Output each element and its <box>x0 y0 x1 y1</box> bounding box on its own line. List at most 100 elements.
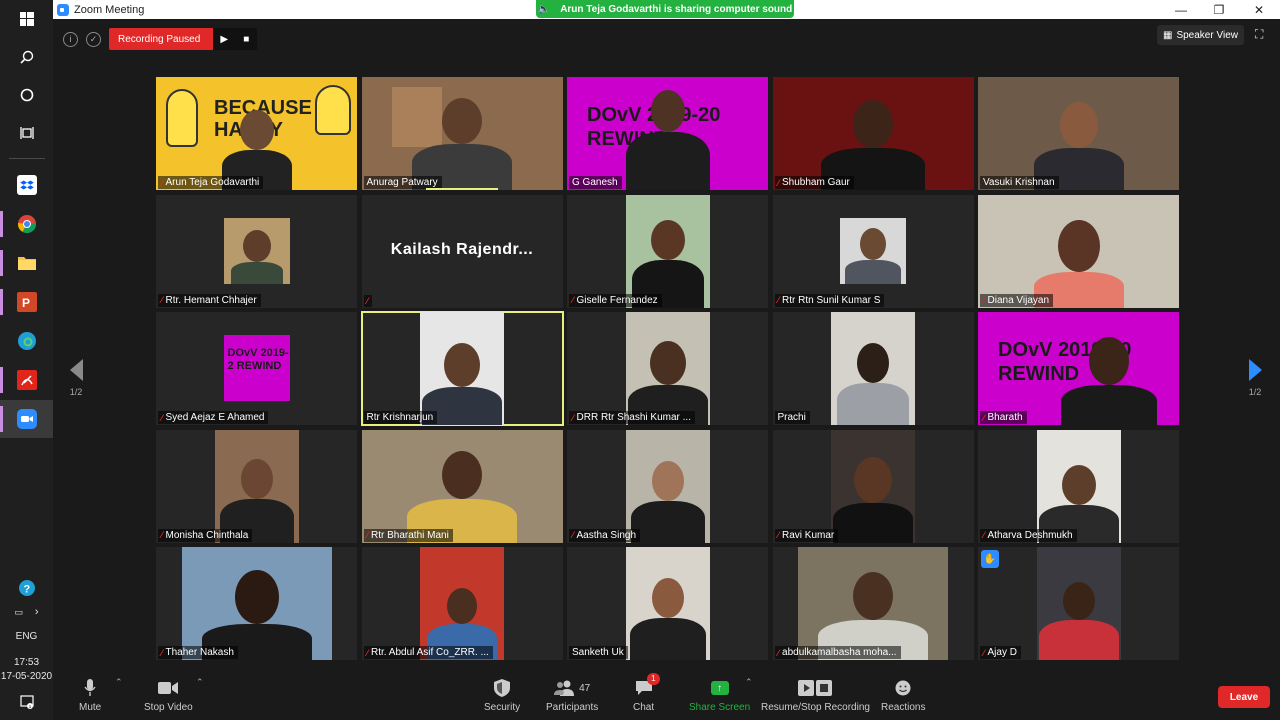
participant-name: Diana Vijayan <box>987 294 1050 306</box>
taskbar-divider <box>8 158 45 159</box>
windows-start-button[interactable] <box>0 0 53 38</box>
name-tag: Vasuki Krishnan <box>980 176 1059 189</box>
participant-tile-active-speaker[interactable]: Rtr Krishnarjun <box>360 311 564 426</box>
share-screen-button[interactable]: ↑ Share Screen <box>689 677 750 713</box>
participant-tile[interactable]: ✋ ⁄ Ajay D <box>978 547 1179 660</box>
speaker-view-button[interactable]: ▦ Speaker View <box>1157 25 1244 45</box>
encryption-shield-icon[interactable]: ✓ <box>86 31 101 47</box>
video-feed <box>181 547 332 660</box>
taskbar-app-file-explorer[interactable] <box>0 244 53 282</box>
name-tag: Rtr Krishnarjun <box>363 411 438 424</box>
task-view-button[interactable] <box>0 114 53 152</box>
participant-name: Syed Aejaz E Ahamed <box>165 412 265 423</box>
arrow-right-icon <box>1248 359 1262 381</box>
mic-muted-icon: ⁄ <box>161 177 163 188</box>
chevron-right-icon[interactable]: › <box>35 606 39 618</box>
reactions-button[interactable]: Reactions <box>881 677 925 713</box>
taskbar-app-dropbox[interactable] <box>0 166 53 204</box>
minimize-button[interactable]: — <box>1161 0 1201 19</box>
participant-tile[interactable]: ⁄ Rtr Bharathi Mani <box>361 429 563 543</box>
participant-tile[interactable]: Sanketh Uk <box>567 547 768 660</box>
video-feed: BECAUSE HAPPY <box>156 77 357 190</box>
close-button[interactable]: ✕ <box>1239 0 1279 19</box>
resume-recording-button[interactable]: ▶ <box>213 28 236 50</box>
participant-tile[interactable]: ⁄ abdulkamalbasha moha... <box>772 547 974 660</box>
help-tray-button[interactable]: ? <box>0 576 53 600</box>
taskbar-app-edge[interactable] <box>0 322 53 360</box>
clock-time: 17:53 <box>13 657 40 668</box>
participant-tile[interactable]: ⁄ Thaher Nakash <box>156 547 357 660</box>
participant-tile[interactable]: ⁄ Rtr. Hemant Chhajer <box>156 194 357 308</box>
participant-tile[interactable]: Anurag Patwary <box>361 77 563 190</box>
share-options-caret[interactable]: ⌃ <box>745 677 753 688</box>
audio-options-caret[interactable]: ⌃ <box>115 677 123 688</box>
taskbar-app-chrome[interactable] <box>0 205 53 243</box>
participants-button[interactable]: 47 Participants <box>546 677 598 713</box>
participant-name: Atharva Deshmukh <box>987 529 1073 541</box>
participant-tile[interactable]: Vasuki Krishnan <box>978 77 1179 190</box>
mute-button[interactable]: Mute <box>79 677 101 713</box>
zoom-logo-icon <box>57 3 69 16</box>
poster-text: DOvV 2019-2 REWIND <box>227 347 289 372</box>
video-feed: DOvV 2019-20 REWIND <box>978 312 1179 425</box>
taskbar-search-button[interactable] <box>0 38 53 76</box>
fullscreen-icon[interactable]: ⛶ <box>1255 27 1269 41</box>
participant-tile[interactable]: ⁄ Monisha Chinthala <box>156 429 357 543</box>
taskbar-clock[interactable]: 17:53 17-05-2020 <box>1 656 52 684</box>
stop-video-label: Stop Video <box>144 702 193 713</box>
participant-name: Ajay D <box>987 647 1017 658</box>
language-indicator[interactable]: ENG <box>0 624 53 648</box>
participant-silhouette <box>625 90 710 190</box>
taskbar-app-powerpoint[interactable]: P <box>0 283 53 321</box>
participant-tile[interactable]: DOvV 2019-2 REWIND ⁄ Syed Aejaz E Ahamed <box>156 312 357 425</box>
dropbox-icon <box>16 175 37 195</box>
leave-meeting-button[interactable]: Leave <box>1218 686 1270 708</box>
taskbar-app-acrobat[interactable] <box>0 361 53 399</box>
video-options-caret[interactable]: ⌃ <box>196 677 204 688</box>
meeting-info-icon[interactable]: i <box>63 31 78 47</box>
security-button[interactable]: Security <box>484 677 520 713</box>
participant-tile[interactable]: ⁄ Atharva Deshmukh <box>978 429 1179 543</box>
participant-name: Aastha Singh <box>576 529 637 541</box>
restore-button[interactable]: ❐ <box>1199 0 1239 19</box>
name-tag: ⁄ Ajay D <box>980 646 1021 659</box>
stop-video-button[interactable]: Stop Video <box>144 677 193 713</box>
video-feed <box>625 194 710 308</box>
speaker-view-label: Speaker View <box>1176 29 1238 41</box>
participant-tile[interactable]: Prachi <box>772 312 974 425</box>
participant-tile[interactable]: ⁄ Giselle Fernandez <box>567 194 768 308</box>
participant-tile[interactable]: DOvV 2019-20 REWIND ⁄ Bharath <box>978 312 1179 425</box>
share-screen-label: Share Screen <box>689 702 751 713</box>
participant-tile[interactable]: BECAUSE HAPPY ⁄Arun Teja Godavarthi <box>156 77 357 190</box>
participant-tile[interactable]: ⁄ Shubham Gaur <box>772 77 974 190</box>
chat-button[interactable]: 1 Chat <box>633 673 660 713</box>
participant-tile[interactable]: ⁄ Rtr. Abdul Asif Co_ZRR. ... <box>361 547 563 660</box>
previous-page-button[interactable]: 1/2 <box>64 359 88 397</box>
cortana-button[interactable] <box>0 76 53 114</box>
participant-tile[interactable]: ⁄ Ravi Kumar <box>772 429 974 543</box>
stop-recording-button[interactable]: ■ <box>235 28 258 50</box>
battery-icon[interactable]: ▭ <box>14 607 23 618</box>
task-view-icon <box>19 127 34 139</box>
participant-tile[interactable]: ⁄ DRR Rtr Shashi Kumar ... <box>567 312 768 425</box>
participant-tile[interactable]: Kailash Rajendr... ⁄ <box>361 194 563 308</box>
name-tag: ⁄ Diana Vijayan <box>980 293 1054 307</box>
participant-name: Anurag Patwary <box>366 177 438 188</box>
page-indicator-right: 1/2 <box>1248 387 1262 397</box>
video-feed <box>978 77 1179 190</box>
page-indicator-left: 1/2 <box>69 387 83 397</box>
taskbar-app-zoom[interactable] <box>0 400 53 438</box>
participants-icon: 47 <box>554 677 590 699</box>
sound-sharing-banner: 🔈 Arun Teja Godavarthi is sharing comput… <box>536 0 794 18</box>
mic-muted-icon: ⁄ <box>366 530 369 540</box>
svg-text:P: P <box>22 296 30 310</box>
participant-tile[interactable]: ⁄ Aastha Singh <box>567 429 768 543</box>
participant-tile[interactable]: ⁄ Diana Vijayan <box>978 194 1179 308</box>
notifications-button[interactable]: 1 <box>0 684 53 720</box>
name-tag: ⁄ Ravi Kumar <box>774 528 839 542</box>
next-page-button[interactable]: 1/2 <box>1243 359 1267 397</box>
video-feed <box>1036 547 1121 660</box>
participant-tile[interactable]: DOvV 2019-20 REWIND G Ganesh <box>567 77 768 190</box>
resume-stop-recording-button[interactable]: Resume/Stop Recording <box>761 677 870 713</box>
participant-tile[interactable]: ⁄ Rtr Rtn Sunil Kumar S <box>772 194 974 308</box>
